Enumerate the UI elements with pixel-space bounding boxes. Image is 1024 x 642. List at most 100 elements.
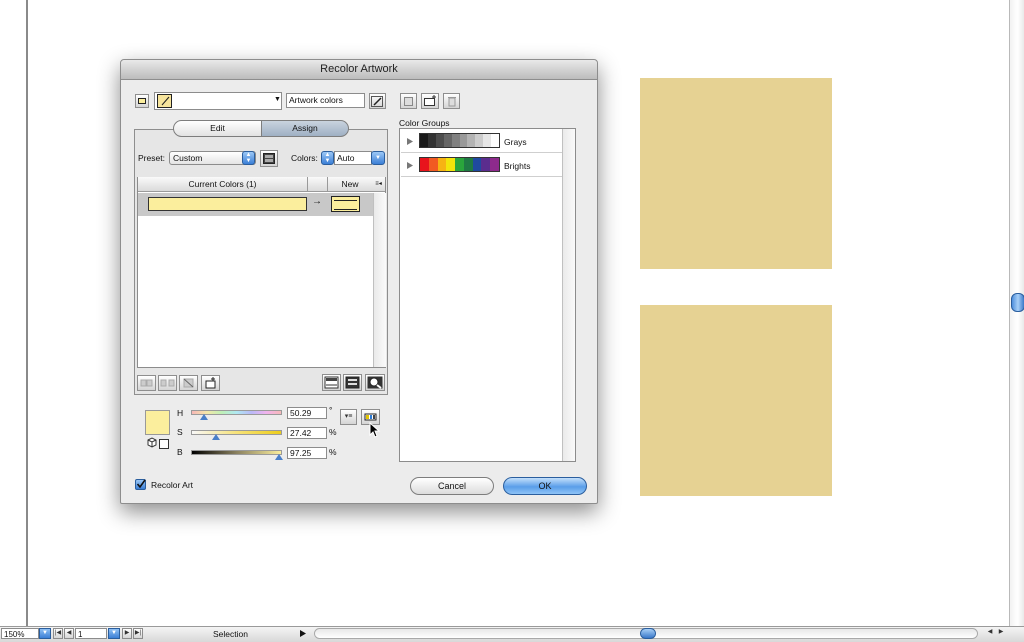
ok-button[interactable]: OK	[503, 477, 587, 495]
status-menu-button[interactable]	[298, 628, 308, 639]
vertical-scroll-thumb[interactable]	[1011, 293, 1024, 312]
current-color-bar[interactable]	[148, 197, 307, 211]
new-row-icon	[205, 377, 216, 389]
randomly-change-saturation-button[interactable]	[343, 374, 362, 391]
color-reduction-options-button[interactable]	[260, 150, 278, 167]
color-swatch[interactable]	[427, 134, 436, 147]
color-group-name: Brights	[504, 161, 531, 171]
color-group-name-input[interactable]: Artwork colors	[286, 93, 365, 108]
get-colors-from-selected-button[interactable]	[369, 93, 386, 109]
brightness-slider-thumb[interactable]	[275, 454, 284, 460]
tab-assign[interactable]: Assign	[261, 120, 349, 137]
recolor-art-label[interactable]: Recolor Art	[151, 480, 193, 490]
find-color-in-artwork-button[interactable]	[365, 374, 385, 391]
color-swatch[interactable]	[491, 134, 500, 147]
harmony-rules-dropdown[interactable]: ▼	[274, 96, 282, 106]
color-swatch[interactable]	[481, 158, 491, 171]
color-swatch[interactable]	[420, 158, 429, 171]
color-swatch[interactable]	[467, 134, 476, 147]
color-swatch[interactable]	[443, 134, 452, 147]
new-color-swatch[interactable]	[331, 196, 360, 212]
brightness-unit: %	[329, 447, 337, 457]
colors-dropdown-button[interactable]: ▼	[371, 151, 385, 165]
dialog-title[interactable]: Recolor Artwork	[121, 60, 597, 80]
color-swatch[interactable]	[437, 158, 447, 171]
out-of-gamut-icons	[146, 436, 170, 450]
color-swatch[interactable]	[428, 158, 438, 171]
scroll-left-button[interactable]: ◀	[985, 628, 995, 639]
new-row-button[interactable]	[201, 375, 220, 391]
separate-colors-button[interactable]	[158, 375, 177, 391]
preset-label: Preset:	[138, 153, 165, 163]
table-scrollbar[interactable]	[373, 193, 386, 367]
merge-colors-button[interactable]	[137, 375, 156, 391]
canvas-artwork-rectangle-bottom[interactable]	[640, 305, 832, 496]
eyedropper-icon	[371, 96, 383, 107]
horizontal-scroll-thumb[interactable]	[640, 628, 656, 639]
color-group-storage-button[interactable]	[135, 94, 149, 108]
color-group-row-brights[interactable]: Brights	[401, 154, 562, 177]
color-group-row-grays[interactable]: Grays	[401, 130, 562, 153]
save-changes-button[interactable]	[400, 93, 417, 109]
first-artboard-button[interactable]: |◀	[53, 628, 63, 639]
artboard-dropdown-button[interactable]: ▼	[108, 628, 120, 639]
recolor-artwork-dialog: Recolor Artwork ▼ Artwork colors Edit As…	[120, 59, 598, 504]
color-mode-menu-button[interactable]: ▾≡	[340, 409, 357, 425]
harmony-rules-field[interactable]	[154, 92, 282, 110]
zoom-field[interactable]: 150%	[1, 628, 39, 639]
new-colors-header[interactable]: New	[328, 177, 372, 192]
brights-swatch-strip[interactable]	[419, 157, 500, 172]
grid-icon	[263, 153, 275, 164]
mapping-arrow-icon[interactable]: →	[312, 196, 322, 207]
new-color-group-button[interactable]	[421, 93, 439, 109]
saturation-slider-thumb[interactable]	[211, 434, 220, 440]
color-swatch[interactable]	[483, 134, 492, 147]
shuffle-saturation-icon	[345, 376, 360, 389]
preset-stepper[interactable]: ▲ ▼	[242, 151, 255, 165]
expand-triangle-icon	[407, 138, 413, 145]
color-groups-list	[399, 128, 576, 462]
scroll-right-button[interactable]: ▶	[996, 628, 1006, 639]
color-swatch[interactable]	[435, 134, 444, 147]
color-swatch[interactable]	[472, 158, 482, 171]
color-swatch[interactable]	[490, 158, 500, 171]
hue-slider-thumb[interactable]	[199, 414, 208, 420]
delete-color-group-button[interactable]	[443, 93, 460, 109]
color-swatch[interactable]	[451, 134, 460, 147]
color-swatch[interactable]	[459, 134, 468, 147]
preset-value: Custom	[173, 153, 203, 163]
shuffle-order-icon	[324, 376, 339, 389]
randomly-change-order-button[interactable]	[322, 374, 341, 391]
colors-count-field[interactable]: Auto	[334, 151, 372, 165]
color-swatch[interactable]	[446, 158, 456, 171]
active-color-swatch[interactable]	[145, 410, 170, 435]
grays-swatch-strip[interactable]	[419, 133, 500, 148]
recolor-art-checkbox[interactable]	[135, 479, 146, 490]
saturation-label: S	[177, 427, 183, 437]
previous-artboard-button[interactable]: ◀	[64, 628, 74, 639]
floppy-icon	[404, 97, 413, 106]
color-swatch[interactable]	[420, 134, 428, 147]
canvas-edge	[26, 0, 28, 626]
colors-stepper[interactable]: ▲ ▼	[321, 151, 334, 165]
table-menu-icon[interactable]: ≡◂	[372, 177, 385, 192]
artboard-number-field[interactable]: 1	[75, 628, 107, 639]
canvas-artwork-rectangle-top[interactable]	[640, 78, 832, 269]
brightness-value-field[interactable]: 97.25	[287, 447, 327, 459]
hue-value-field[interactable]: 50.29	[287, 407, 327, 419]
cancel-button[interactable]: Cancel	[410, 477, 494, 495]
brightness-slider[interactable]	[191, 450, 282, 455]
current-colors-header[interactable]: Current Colors (1)	[138, 177, 308, 192]
vertical-scrollbar[interactable]	[1009, 0, 1024, 626]
zoom-dropdown-button[interactable]: ▼	[39, 628, 51, 639]
next-artboard-button[interactable]: ▶	[122, 628, 132, 639]
color-groups-scrollbar[interactable]	[562, 129, 575, 461]
color-swatch[interactable]	[475, 134, 484, 147]
tab-edit[interactable]: Edit	[173, 120, 262, 137]
saturation-slider[interactable]	[191, 430, 282, 435]
color-swatch[interactable]	[455, 158, 464, 171]
saturation-value-field[interactable]: 27.42	[287, 427, 327, 439]
color-swatch[interactable]	[463, 158, 473, 171]
last-artboard-button[interactable]: ▶|	[133, 628, 143, 639]
exclude-colors-button[interactable]	[179, 375, 198, 391]
